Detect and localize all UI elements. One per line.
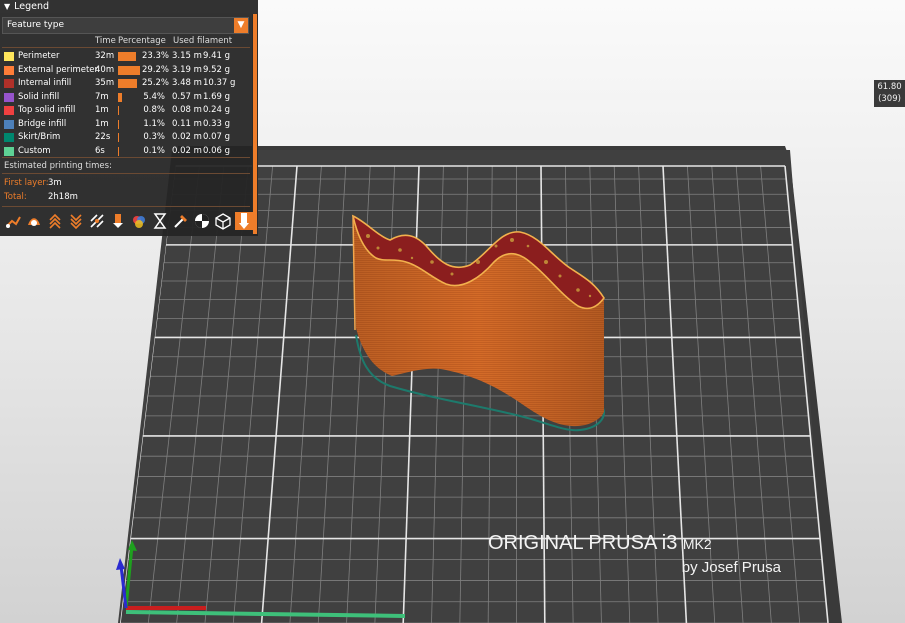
shells-icon[interactable] [214,212,232,230]
feature-label: External perimeter [18,64,99,75]
color-swatch [4,52,14,61]
legend-title: Legend [14,1,50,12]
svg-text:ORIGINAL PRUSA i3 MK2: ORIGINAL PRUSA i3 MK2 [488,532,712,554]
color-changes-icon[interactable] [130,212,148,230]
travel-icon[interactable] [4,212,22,230]
svg-text:by Josef Prusa: by Josef Prusa [682,559,782,576]
pause-icon[interactable] [151,212,169,230]
color-swatch [4,133,14,142]
feature-percentage: 29.2% [142,64,170,75]
feature-weight: 1.69 g [203,91,231,102]
feature-time: 7m [95,91,109,102]
feature-time: 35m [95,78,115,88]
feature-weight: 9.52 g [203,64,231,75]
feature-length: 3.19 m [172,64,202,75]
feature-label: Top solid infill [18,105,76,115]
legend-row[interactable]: Internal infill 35m 25.2% 3.48 m 10.37 g [0,77,250,90]
visibility-toolbar [4,212,253,230]
percentage-bar [118,65,140,75]
feature-time: 32m [95,51,115,61]
feature-label: Bridge infill [18,118,67,129]
legend-row[interactable]: Perimeter 32m 23.3% 3.15 m 9.41 g [0,50,250,63]
color-swatch [4,119,14,129]
legend-row[interactable]: Solid infill 7m 5.4% 0.57 m 1.69 g [0,91,250,104]
color-swatch [4,79,14,88]
percentage-bar [118,92,122,102]
feature-time: 1m [95,105,109,115]
collapse-triangle-icon[interactable]: ▼ [4,2,10,11]
feature-percentage: 1.1% [143,118,165,129]
feature-label: Perimeter [18,51,60,61]
feature-label: Solid infill [18,91,60,102]
deretractions-icon[interactable] [67,212,85,230]
feature-label: Custom [18,145,51,156]
percentage-bar [118,106,119,115]
legend-panel: ▼ Legend Feature type ▼ Time Percentage … [0,0,258,236]
percentage-bar [118,133,119,142]
seams-icon[interactable] [88,212,106,230]
divider [2,157,250,158]
retractions-icon[interactable] [46,212,64,230]
feature-label: Skirt/Brim [18,132,61,142]
layer-number-value: (309) [878,94,901,104]
legend-row[interactable]: Skirt/Brim 22s 0.3% 0.02 m 0.07 g [0,131,250,144]
estimated-times-title: Estimated printing times: [4,161,112,171]
feature-time: 22s [95,132,111,142]
view-type-dropdown[interactable]: Feature type ▼ [2,17,249,34]
column-header-used-filament: Used filament [173,36,233,46]
feature-percentage: 0.1% [143,145,165,156]
feature-time: 1m [95,118,109,129]
feature-time: 6s [95,145,105,156]
color-swatch [4,146,14,156]
center-of-gravity-icon[interactable] [193,212,211,230]
feature-weight: 10.37 g [203,78,236,88]
custom-gcode-icon[interactable] [172,212,190,230]
color-swatch [4,65,14,75]
feature-length: 0.08 m [172,105,202,115]
feature-length: 0.02 m [172,145,202,156]
layer-height-value: 61.80 [877,82,902,92]
feature-percentage: 5.4% [143,91,165,102]
legend-row[interactable]: Bridge infill 1m 1.1% 0.11 m 0.33 g [0,118,250,131]
divider [2,206,250,207]
feature-weight: 0.06 g [203,145,231,156]
feature-weight: 0.07 g [203,132,231,142]
column-header-percentage: Percentage [118,36,166,46]
percentage-bar [118,52,136,61]
feature-weight: 0.24 g [203,105,231,115]
color-swatch [4,106,14,115]
divider [2,47,250,48]
percentage-bar [118,119,119,129]
feature-percentage: 0.8% [143,105,165,115]
tool-changes-icon[interactable] [109,212,127,230]
legend-row[interactable]: External perimeter 40m 29.2% 3.19 m 9.52 g [0,64,250,77]
feature-weight: 9.41 g [203,51,231,61]
feature-length: 0.11 m [172,118,202,129]
feature-length: 0.02 m [172,132,202,142]
feature-time: 40m [95,64,115,75]
feature-length: 3.15 m [172,51,202,61]
legend-row[interactable]: Top solid infill 1m 0.8% 0.08 m 0.24 g [0,104,250,117]
feature-label: Internal infill [18,78,72,88]
divider [2,173,250,174]
percentage-bar [118,146,119,156]
view-type-value: Feature type [7,20,64,30]
feature-percentage: 25.2% [142,78,170,88]
legend-row[interactable]: Custom 6s 0.1% 0.02 m 0.06 g [0,145,250,158]
legend-titlebar[interactable]: ▼ Legend [0,0,258,13]
color-swatch [4,92,14,102]
wipe-icon[interactable] [25,212,43,230]
legend-scrollbar[interactable] [252,14,258,234]
percentage-bar [118,79,137,88]
chevron-down-icon[interactable]: ▼ [234,18,248,33]
feature-percentage: 0.3% [143,132,165,142]
feature-weight: 0.33 g [203,118,231,129]
column-header-time: Time [95,36,116,46]
feature-length: 0.57 m [172,91,202,102]
tool-marker-icon[interactable] [235,212,253,230]
vertical-slider-readout[interactable]: 61.80 (309) [874,80,905,107]
feature-percentage: 23.3% [142,51,170,61]
feature-length: 3.48 m [172,78,202,88]
